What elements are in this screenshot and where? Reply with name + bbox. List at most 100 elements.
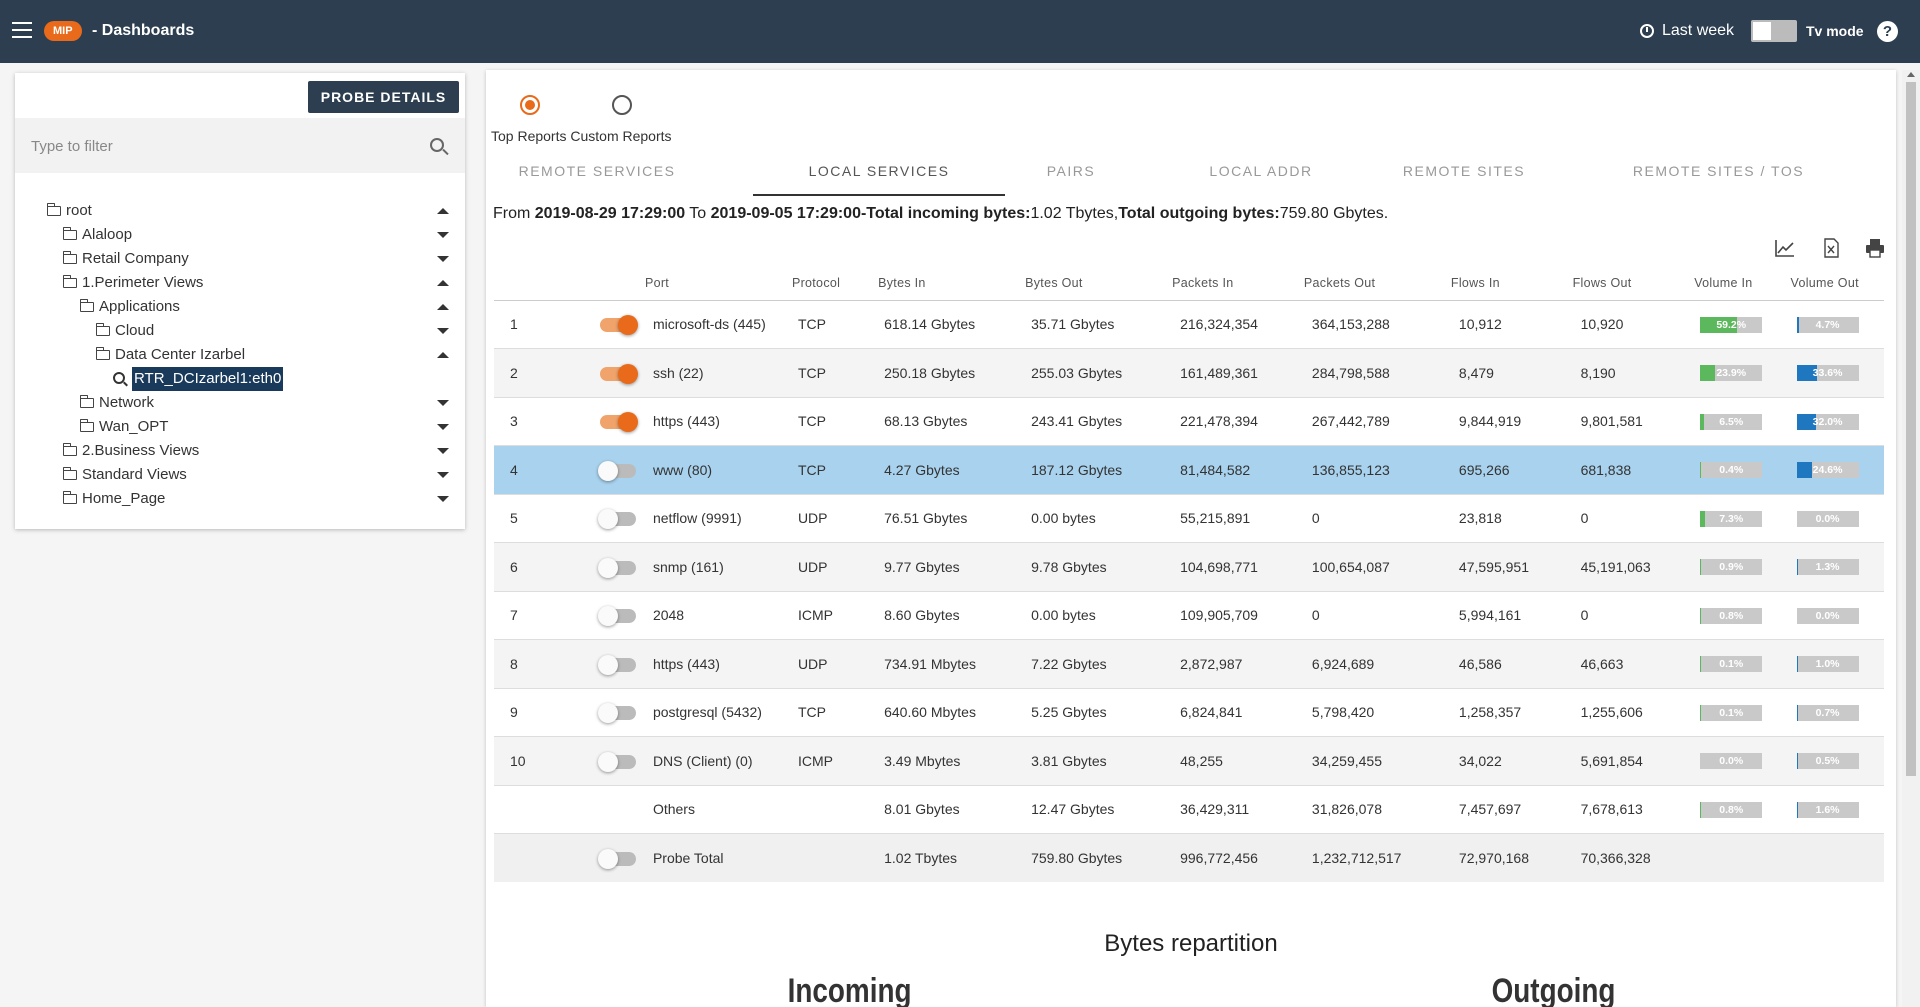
- table-row[interactable]: 9 postgresql (5432) TCP 640.60 Mbytes 5.25 G…: [494, 688, 1884, 737]
- port-cell: https (443): [636, 397, 784, 446]
- tree-item[interactable]: 1.Perimeter Views: [15, 271, 465, 295]
- tree-item[interactable]: Retail Company: [15, 247, 465, 271]
- table-row[interactable]: 4 www (80) TCP 4.27 Gbytes 187.12 Gbytes 81,4…: [494, 445, 1884, 495]
- table-row[interactable]: 5 netflow (9991) UDP 76.51 Gbytes 0.00 bytes…: [494, 494, 1884, 543]
- row-toggle[interactable]: [597, 849, 636, 870]
- tree-item[interactable]: Cloud: [15, 319, 465, 343]
- port-cell: snmp (161): [636, 542, 784, 592]
- expand-arrow-icon[interactable]: [437, 496, 449, 502]
- hamburger-menu-icon[interactable]: [12, 22, 32, 38]
- toggle-knob: [1753, 22, 1771, 40]
- bytes-in-cell: 76.51 Gbytes: [870, 494, 1018, 543]
- column-header[interactable]: Bytes Out: [1017, 266, 1165, 301]
- row-toggle[interactable]: [597, 751, 636, 772]
- column-header[interactable]: Bytes In: [870, 266, 1018, 301]
- collapse-arrow-icon[interactable]: [437, 352, 449, 358]
- top-reports-radio[interactable]: [520, 95, 540, 115]
- table-row[interactable]: 7 2048 ICMP 8.60 Gbytes 0.00 bytes 109,905,70…: [494, 591, 1884, 640]
- volume-out-cell: 0.7%: [1782, 688, 1884, 737]
- row-toggle[interactable]: [599, 363, 638, 384]
- tv-mode-toggle[interactable]: [1751, 20, 1797, 42]
- tab-pairs[interactable]: PAIRS: [996, 160, 1146, 196]
- table-row[interactable]: 2 ssh (22) TCP 250.18 Gbytes 255.03 Gbytes 16…: [494, 348, 1884, 398]
- volume-bar-label: 0.5%: [1815, 755, 1840, 768]
- row-toggle[interactable]: [597, 460, 636, 481]
- tree-item[interactable]: Alaloop: [15, 223, 465, 247]
- row-toggle[interactable]: [599, 315, 638, 336]
- tab-remote-sites[interactable]: REMOTE SITES: [1374, 160, 1554, 196]
- expand-arrow-icon[interactable]: [437, 448, 449, 454]
- search-icon[interactable]: [430, 138, 444, 152]
- expand-arrow-icon[interactable]: [437, 400, 449, 406]
- column-header[interactable]: Protocol: [783, 266, 871, 301]
- tree-item[interactable]: Standard Views: [15, 463, 465, 487]
- row-number: 6: [494, 542, 540, 592]
- scrollbar-thumb[interactable]: [1906, 82, 1916, 776]
- tree-item[interactable]: Data Center Izarbel: [15, 343, 465, 367]
- tree-item-label: RTR_DCIzarbel1:eth0: [132, 367, 284, 391]
- tab-remote-services[interactable]: REMOTE SERVICES: [506, 160, 688, 196]
- tree-item[interactable]: RTR_DCIzarbel1:eth0: [15, 367, 465, 391]
- volume-bar: 6.5%: [1700, 413, 1763, 430]
- tab-local-addr[interactable]: LOCAL ADDR: [1176, 160, 1346, 196]
- toggle-cell: [539, 494, 637, 543]
- toggle-cell: [539, 639, 637, 689]
- column-header[interactable]: Flows In: [1442, 266, 1565, 301]
- volume-in-cell: 0.9%: [1686, 542, 1783, 592]
- row-toggle[interactable]: [597, 557, 636, 578]
- time-range-selector[interactable]: Last week: [1640, 21, 1734, 41]
- probe-details-button[interactable]: PROBE DETAILS: [308, 81, 459, 113]
- expand-arrow-icon[interactable]: [437, 256, 449, 262]
- row-toggle[interactable]: [599, 412, 638, 433]
- collapse-arrow-icon[interactable]: [437, 208, 449, 214]
- volume-bar: 0.8%: [1700, 607, 1763, 624]
- tree-item[interactable]: root: [15, 199, 465, 223]
- excel-export-icon[interactable]: [1820, 237, 1842, 259]
- table-row[interactable]: 6 snmp (161) UDP 9.77 Gbytes 9.78 Gbytes 104,…: [494, 542, 1884, 592]
- volume-bar-label: 6.5%: [1719, 415, 1744, 428]
- collapse-arrow-icon[interactable]: [437, 304, 449, 310]
- tree-item[interactable]: 2.Business Views: [15, 439, 465, 463]
- table-row[interactable]: 3 https (443) TCP 68.13 Gbytes 243.41 Gbytes…: [494, 397, 1884, 446]
- row-toggle[interactable]: [597, 606, 636, 627]
- filter-input[interactable]: [31, 134, 411, 158]
- scroll-up-arrow-icon[interactable]: [1907, 72, 1915, 77]
- expand-arrow-icon[interactable]: [437, 232, 449, 238]
- table-row[interactable]: 8 https (443) UDP 734.91 Mbytes 7.22 Gbytes 2…: [494, 639, 1884, 689]
- tab-remote-sites-tos[interactable]: REMOTE SITES / TOS: [1571, 160, 1866, 196]
- table-row[interactable]: 10 DNS (Client) (0) ICMP 3.49 Mbytes 3.81 Gb…: [494, 736, 1884, 786]
- row-number: [494, 833, 540, 882]
- page-title: - Dashboards: [92, 22, 195, 39]
- expand-arrow-icon[interactable]: [437, 328, 449, 334]
- flows-out-cell: 5,691,854: [1564, 736, 1687, 786]
- toggle-cell: [539, 591, 637, 640]
- toggle-cell: [539, 542, 637, 592]
- expand-arrow-icon[interactable]: [437, 424, 449, 430]
- chart-icon[interactable]: [1774, 237, 1796, 259]
- page-scrollbar[interactable]: [1902, 70, 1920, 1007]
- row-toggle[interactable]: [597, 703, 636, 724]
- table-row[interactable]: 1 microsoft-ds (445) TCP 618.14 Gbytes 35.71…: [494, 300, 1884, 349]
- collapse-arrow-icon[interactable]: [437, 280, 449, 286]
- tree-item[interactable]: Network: [15, 391, 465, 415]
- column-header[interactable]: Packets Out: [1295, 266, 1443, 301]
- column-header[interactable]: Packets In: [1164, 266, 1296, 301]
- tab-local-services[interactable]: LOCAL SERVICES: [753, 160, 1005, 196]
- help-icon[interactable]: ?: [1877, 21, 1898, 42]
- column-header[interactable]: Port: [636, 266, 784, 301]
- tree-item[interactable]: Applications: [15, 295, 465, 319]
- bytes-in-cell: 4.27 Gbytes: [870, 445, 1018, 495]
- tree-item[interactable]: Wan_OPT: [15, 415, 465, 439]
- column-header[interactable]: Volume In: [1686, 266, 1783, 301]
- packets-out-cell: 284,798,588: [1295, 348, 1443, 398]
- folder-open-icon: [79, 299, 94, 312]
- row-toggle[interactable]: [597, 654, 636, 675]
- expand-arrow-icon[interactable]: [437, 472, 449, 478]
- row-toggle[interactable]: [597, 509, 636, 530]
- tree-item[interactable]: Home_Page: [15, 487, 465, 511]
- custom-reports-radio[interactable]: [612, 95, 632, 115]
- column-header[interactable]: Volume Out: [1782, 266, 1884, 301]
- print-icon[interactable]: [1864, 237, 1886, 259]
- column-header[interactable]: Flows Out: [1564, 266, 1687, 301]
- bytes-out-cell: 0.00 bytes: [1017, 591, 1165, 640]
